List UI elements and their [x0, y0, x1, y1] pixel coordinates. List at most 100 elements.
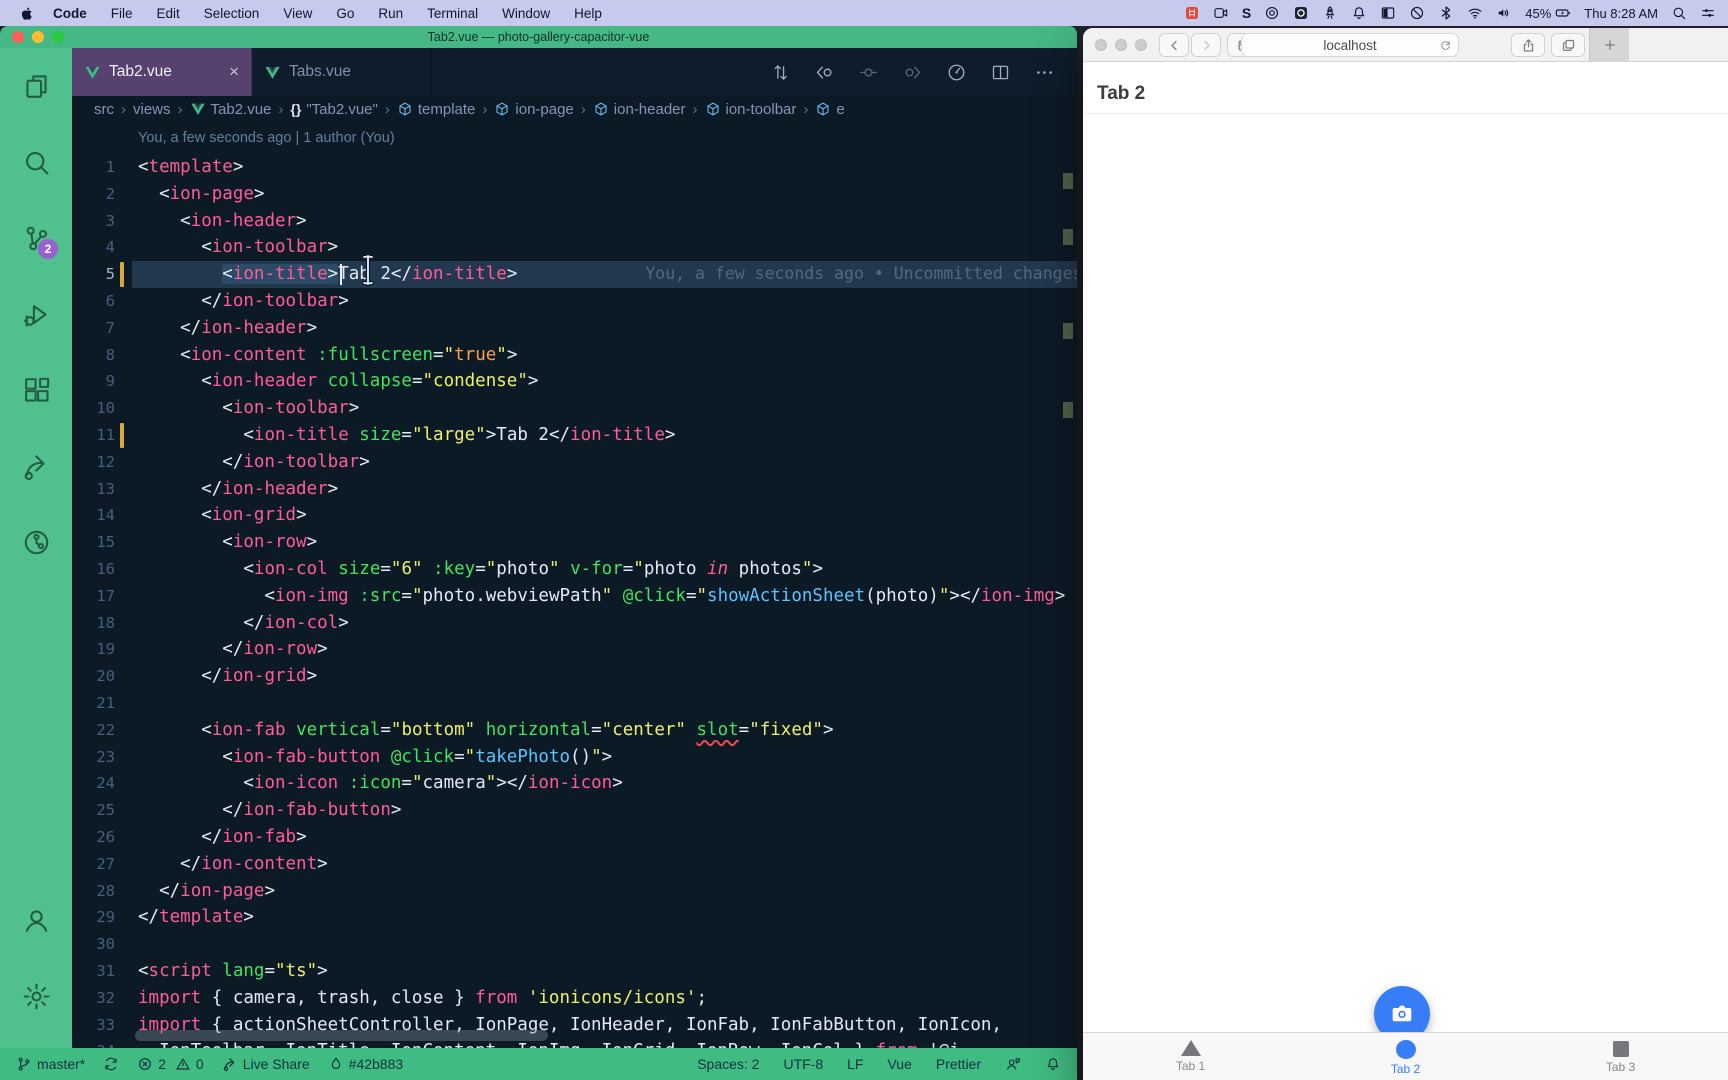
- run-timer-button[interactable]: [941, 57, 971, 87]
- breadcrumb-item[interactable]: {}"Tab2.vue": [290, 101, 377, 118]
- wifi-icon[interactable]: [1467, 5, 1483, 21]
- code-line[interactable]: 5 <ion-title>Tab 2</ion-title>You, a few…: [72, 261, 1077, 288]
- menu-go[interactable]: Go: [336, 6, 354, 21]
- code-line[interactable]: 17 <ion-img :src="photo.webviewPath" @cl…: [72, 583, 1077, 610]
- code-line[interactable]: 18 </ion-col>: [72, 610, 1077, 637]
- menu-window[interactable]: Window: [502, 6, 550, 21]
- split-view-icon[interactable]: [1380, 5, 1396, 21]
- breadcrumb-item[interactable]: ion-toolbar: [705, 101, 797, 118]
- activity-branch-circle[interactable]: [12, 518, 60, 566]
- app-tab-tab-3[interactable]: Tab 3: [1513, 1033, 1728, 1080]
- activity-account[interactable]: [12, 896, 60, 944]
- code-line[interactable]: 25 </ion-fab-button>: [72, 797, 1077, 824]
- zoom-window-button[interactable]: [1135, 39, 1147, 51]
- spotlight-icon[interactable]: [1671, 5, 1687, 21]
- activity-run-debug[interactable]: [12, 290, 60, 338]
- reload-icon[interactable]: [1439, 39, 1452, 52]
- color-theme-status[interactable]: #42b883: [328, 1056, 404, 1072]
- menu-edit[interactable]: Edit: [157, 6, 180, 21]
- code-line[interactable]: 3 <ion-header>: [72, 208, 1077, 235]
- activity-extensions[interactable]: [12, 366, 60, 414]
- menu-run[interactable]: Run: [378, 6, 403, 21]
- clock[interactable]: Thu 8:28 AM: [1584, 6, 1658, 21]
- code-line[interactable]: 12 </ion-toolbar>: [72, 449, 1077, 476]
- app-tab-tab-1[interactable]: Tab 1: [1083, 1033, 1298, 1080]
- forward-button[interactable]: [1191, 33, 1221, 57]
- code-line[interactable]: 30: [72, 931, 1077, 958]
- feedback-status[interactable]: [1005, 1056, 1021, 1072]
- open-changes-button[interactable]: [765, 57, 795, 87]
- code-line[interactable]: 4 <ion-toolbar>: [72, 234, 1077, 261]
- apple-icon[interactable]: [20, 6, 35, 21]
- code-line[interactable]: 32import { camera, trash, close } from '…: [72, 985, 1077, 1012]
- notifications-status[interactable]: [1045, 1056, 1061, 1072]
- do-not-disturb-icon[interactable]: [1409, 5, 1425, 21]
- activity-source-control[interactable]: 2: [12, 214, 60, 262]
- app-tab-tab-2[interactable]: Tab 2: [1298, 1033, 1513, 1080]
- sync-status[interactable]: [103, 1056, 119, 1072]
- encoding-status[interactable]: UTF-8: [783, 1056, 823, 1072]
- code-line[interactable]: 1<template>: [72, 154, 1077, 181]
- activity-explorer[interactable]: [12, 62, 60, 110]
- language-mode-status[interactable]: Vue: [887, 1056, 911, 1072]
- menu-file[interactable]: File: [111, 6, 133, 21]
- activity-settings[interactable]: [12, 972, 60, 1020]
- formatter-status[interactable]: Prettier: [936, 1056, 981, 1072]
- problems-status[interactable]: 2 0: [137, 1056, 203, 1072]
- navigate-position-button[interactable]: [853, 57, 883, 87]
- new-tab-button[interactable]: [1589, 28, 1629, 62]
- code-line[interactable]: 9 <ion-header collapse="condense">: [72, 368, 1077, 395]
- rocket-app-icon[interactable]: [1322, 5, 1338, 21]
- eol-status[interactable]: LF: [847, 1056, 863, 1072]
- split-editor-button[interactable]: [985, 57, 1015, 87]
- code-line[interactable]: 14 <ion-grid>: [72, 502, 1077, 529]
- menu-terminal[interactable]: Terminal: [427, 6, 478, 21]
- control-center-icon[interactable]: [1700, 5, 1716, 21]
- vscode-title-bar[interactable]: Tab2.vue — photo-gallery-capacitor-vue: [0, 26, 1077, 48]
- bell-app-icon[interactable]: [1351, 5, 1367, 21]
- minimize-window-button[interactable]: [32, 31, 44, 43]
- code-line[interactable]: 10 <ion-toolbar>: [72, 395, 1077, 422]
- zoom-window-button[interactable]: [52, 31, 64, 43]
- horizontal-scrollbar[interactable]: [135, 1030, 548, 1041]
- menu-view[interactable]: View: [283, 6, 312, 21]
- film-app-icon[interactable]: [1184, 5, 1200, 21]
- more-actions-button[interactable]: [1029, 57, 1059, 87]
- close-window-button[interactable]: [1095, 39, 1107, 51]
- code-line[interactable]: 19 </ion-row>: [72, 636, 1077, 663]
- navigate-back-button[interactable]: [809, 57, 839, 87]
- close-tab-icon[interactable]: ×: [229, 62, 239, 82]
- ring-app-icon[interactable]: [1264, 5, 1280, 21]
- breadcrumb-item[interactable]: src: [94, 101, 114, 118]
- code-line[interactable]: 28 </ion-page>: [72, 878, 1077, 905]
- code-editor[interactable]: You, a few seconds ago | 1 author (You) …: [72, 122, 1077, 1048]
- activity-live-share[interactable]: [12, 442, 60, 490]
- code-line[interactable]: 29</template>: [72, 904, 1077, 931]
- breadcrumb-item[interactable]: ion-page: [494, 101, 573, 118]
- share-button[interactable]: [1511, 33, 1545, 57]
- git-branch-status[interactable]: master*: [16, 1056, 85, 1072]
- indentation-status[interactable]: Spaces: 2: [697, 1056, 759, 1072]
- code-line[interactable]: 2 <ion-page>: [72, 181, 1077, 208]
- code-line[interactable]: 24 <ion-icon :icon="camera"></ion-icon>: [72, 770, 1077, 797]
- menu-selection[interactable]: Selection: [204, 6, 260, 21]
- code-line[interactable]: 20 </ion-grid>: [72, 663, 1077, 690]
- volume-icon[interactable]: [1496, 5, 1512, 21]
- code-line[interactable]: 7 </ion-header>: [72, 315, 1077, 342]
- code-line[interactable]: 16 <ion-col size="6" :key="photo" v-for=…: [72, 556, 1077, 583]
- menu-code[interactable]: Code: [53, 6, 87, 21]
- letter-s-app-icon[interactable]: S: [1242, 5, 1251, 21]
- code-line[interactable]: 15 <ion-row>: [72, 529, 1077, 556]
- code-line[interactable]: 8 <ion-content :fullscreen="true">: [72, 342, 1077, 369]
- bluetooth-icon[interactable]: [1438, 5, 1454, 21]
- code-line[interactable]: 27 </ion-content>: [72, 851, 1077, 878]
- code-line[interactable]: 23 <ion-fab-button @click="takePhoto()">: [72, 744, 1077, 771]
- editor-tab-Tab2.vue[interactable]: Tab2.vue×: [72, 48, 252, 96]
- breadcrumb-item[interactable]: Tab2.vue: [190, 101, 272, 118]
- minimize-window-button[interactable]: [1115, 39, 1127, 51]
- back-button[interactable]: [1159, 33, 1189, 57]
- navigate-forward-button[interactable]: [897, 57, 927, 87]
- activity-search[interactable]: [12, 138, 60, 186]
- address-bar[interactable]: localhost: [1241, 33, 1459, 57]
- breadcrumb-item[interactable]: template: [397, 101, 476, 118]
